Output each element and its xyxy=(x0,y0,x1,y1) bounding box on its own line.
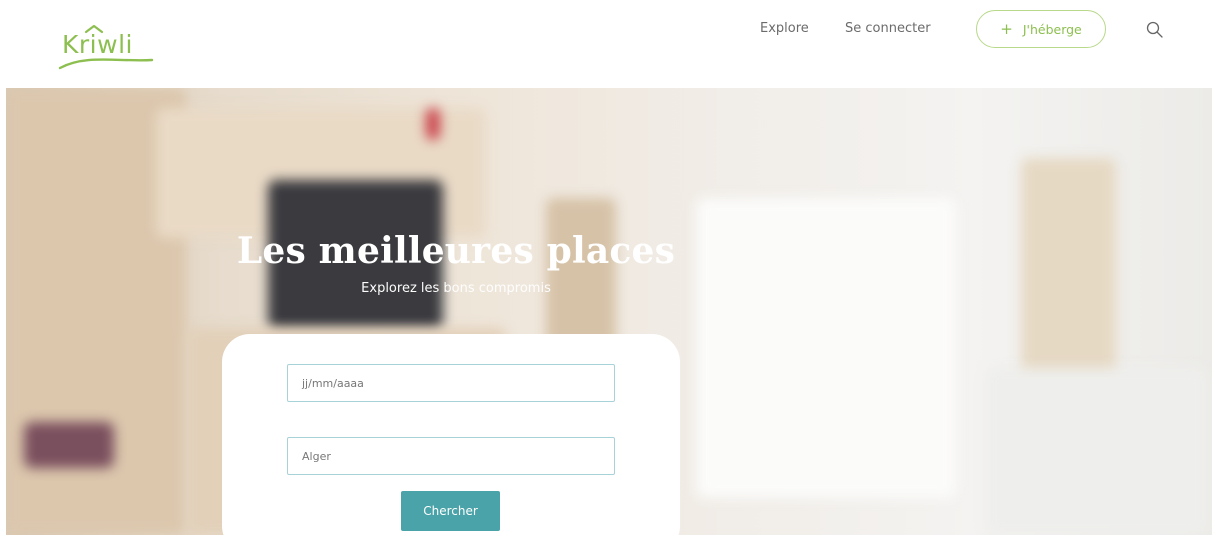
hero-bg-cushion xyxy=(24,422,114,468)
search-submit-button[interactable]: Chercher xyxy=(401,491,500,531)
svg-text:Kriwli: Kriwli xyxy=(62,30,133,59)
host-button[interactable]: + J'héberge xyxy=(976,10,1106,48)
city-value: Alger xyxy=(302,449,331,463)
search-icon[interactable] xyxy=(1145,20,1165,40)
search-card: jj/mm/aaaa Alger Chercher xyxy=(222,334,680,554)
date-placeholder: jj/mm/aaaa xyxy=(302,376,364,390)
hero-title: Les meilleures places xyxy=(236,230,676,272)
kriwli-logo[interactable]: Kriwli xyxy=(56,18,156,74)
nav-login-link[interactable]: Se connecter xyxy=(845,21,931,36)
hero-subtitle: Explorez les bons compromis xyxy=(361,281,551,296)
date-input[interactable]: jj/mm/aaaa xyxy=(287,364,615,402)
city-input[interactable]: Alger xyxy=(287,437,615,475)
plus-icon: + xyxy=(1000,19,1013,38)
host-button-label: J'héberge xyxy=(1022,21,1082,37)
site-header: Kriwli Explore Se connecter + J'héberge xyxy=(0,0,1212,88)
nav-explore-link[interactable]: Explore xyxy=(760,21,809,36)
hero-bg-sofa xyxy=(986,368,1206,535)
hero-bg-vase xyxy=(426,108,440,140)
